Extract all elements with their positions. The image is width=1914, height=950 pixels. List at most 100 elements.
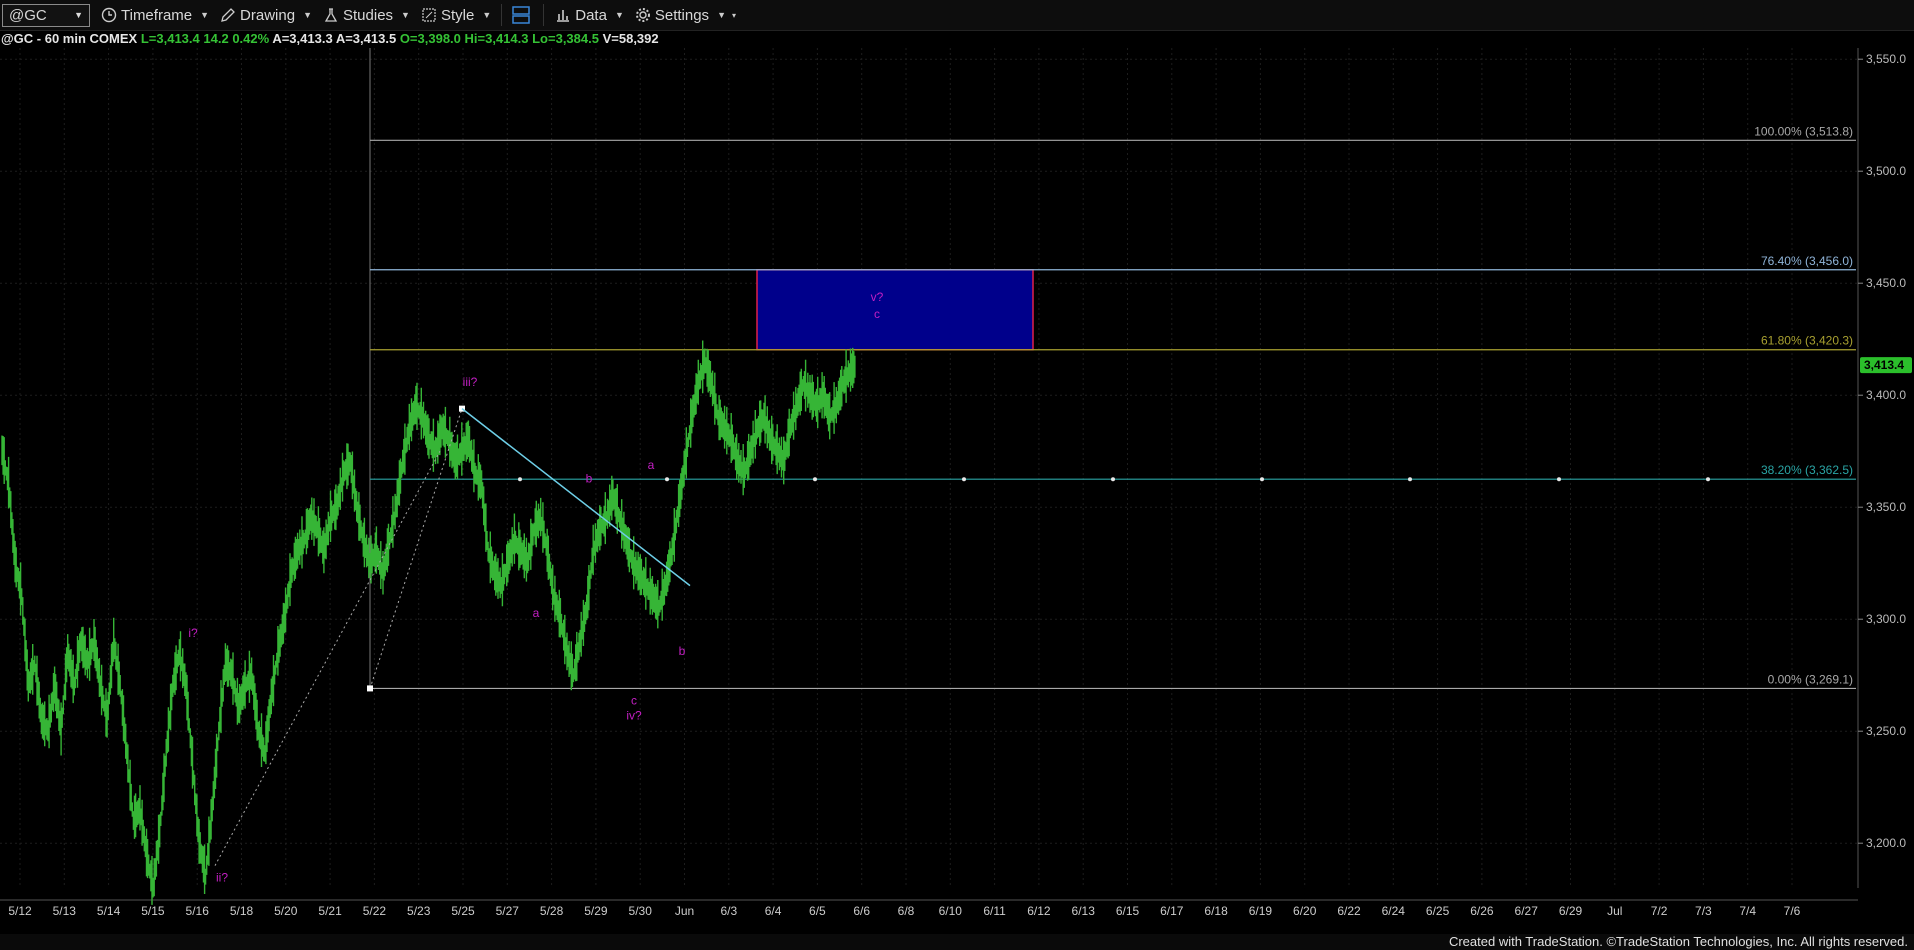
wave-label: ii? (216, 870, 228, 884)
price-tick-label: 3,300.0 (1866, 612, 1906, 626)
pencil-icon (219, 6, 237, 24)
date-tick-label: 6/3 (720, 904, 737, 918)
price-tick-label: 3,200.0 (1866, 836, 1906, 850)
info-ask: A=3,413.5 (335, 31, 397, 46)
fib-marker-dot (1111, 477, 1115, 482)
fib-marker-dot (1408, 477, 1412, 482)
fib-level-label: 76.40% (3,456.0) (1761, 254, 1853, 268)
studies-menu[interactable]: Studies ▼ (322, 6, 410, 24)
price-tick-label: 3,400.0 (1866, 388, 1906, 402)
fib-marker-dot (1706, 477, 1710, 482)
timeframe-label: Timeframe (121, 6, 193, 24)
quote-info-line: @GC - 60 min COMEX L=3,413.4 14.2 0.42% … (1, 31, 659, 49)
chevron-down-icon: ▼ (303, 10, 312, 20)
wave-label: a (533, 606, 540, 620)
settings-menu[interactable]: Settings ▼ ▾ (634, 6, 736, 24)
date-tick-label: 6/26 (1470, 904, 1494, 918)
drawing-label: Drawing (240, 6, 296, 24)
price-tick-label: 3,550.0 (1866, 52, 1906, 66)
settings-label: Settings (654, 6, 710, 24)
bar-chart-icon (554, 6, 572, 24)
price-tick-label: 3,250.0 (1866, 724, 1906, 738)
date-tick-label: 7/4 (1739, 904, 1756, 918)
chevron-down-icon: ▼ (200, 10, 210, 20)
date-tick-label: 6/22 (1337, 904, 1361, 918)
layout-button[interactable] (512, 6, 533, 24)
price-chart[interactable]: 3,200.0 3,250.0 3,300.0 3,350.0 3,400.0 3,450… (0, 48, 1914, 934)
wave-label: iv? (626, 708, 642, 722)
drawing-menu[interactable]: Drawing ▼ (219, 6, 312, 24)
date-tick-label: 5/14 (97, 904, 121, 918)
wave-label: c (631, 693, 637, 707)
date-tick-label: 6/24 (1382, 904, 1406, 918)
price-tick-label: 3,500.0 (1866, 164, 1906, 178)
date-tick-label: 6/6 (853, 904, 870, 918)
info-last: L=3,413.4 (140, 31, 200, 46)
date-tick-label: 6/27 (1515, 904, 1539, 918)
divider (501, 4, 503, 26)
style-label: Style (440, 6, 475, 24)
fib-marker-dot (518, 477, 522, 482)
date-tick-label: 5/22 (363, 904, 387, 918)
date-tick-label: 5/25 (451, 904, 475, 918)
symbol-selector[interactable]: @GC ▼ (2, 3, 90, 27)
fib-level-label: 100.00% (3,513.8) (1754, 124, 1853, 138)
date-tick-label: 6/25 (1426, 904, 1450, 918)
fib-level-label: 0.00% (3,269.1) (1768, 672, 1853, 686)
price-tick-label: 3,450.0 (1866, 276, 1906, 290)
toolbar: @GC ▼ Timeframe ▼ Drawing ▼ Studies ▼ St… (0, 0, 1914, 31)
info-high: Hi=3,414.3 (464, 31, 529, 46)
date-tick-label: 5/12 (8, 904, 32, 918)
date-tick-label: 6/13 (1072, 904, 1096, 918)
date-tick-label: 6/29 (1559, 904, 1583, 918)
gear-icon (634, 6, 652, 24)
date-tick-label: 6/5 (809, 904, 826, 918)
date-tick-label: 6/20 (1293, 904, 1317, 918)
data-menu[interactable]: Data ▼ (554, 6, 624, 24)
date-tick-label: 6/4 (765, 904, 782, 918)
target-box (756, 269, 1034, 351)
date-tick-label: 7/3 (1695, 904, 1712, 918)
info-pct: 0.42% (232, 31, 270, 46)
info-change: 14.2 (203, 31, 229, 46)
chart-background (0, 48, 1914, 934)
info-open: O=3,398.0 (399, 31, 461, 46)
info-volume: V=58,392 (602, 31, 659, 46)
divider (543, 4, 545, 26)
chevron-down-icon: ▼ (717, 10, 726, 20)
wave-label: a (648, 458, 655, 472)
chevron-down-icon: ▼ (614, 10, 624, 20)
date-tick-label: 5/15 (141, 904, 165, 918)
info-low: Lo=3,384.5 (532, 31, 599, 46)
symbol-value: @GC (9, 6, 47, 24)
style-menu[interactable]: Style ▼ (420, 6, 491, 24)
chevron-down-icon: ▼ (74, 10, 83, 20)
wave-label: iii? (463, 375, 478, 389)
studies-label: Studies (343, 6, 394, 24)
chevron-down-icon: ▼ (482, 10, 492, 20)
info-exchange: COMEX (89, 31, 138, 46)
date-tick-label: 6/10 (939, 904, 963, 918)
date-tick-label: 5/13 (53, 904, 77, 918)
date-tick-label: 6/12 (1027, 904, 1051, 918)
date-tick-label: 6/15 (1116, 904, 1140, 918)
date-tick-label: 6/11 (983, 904, 1006, 918)
date-tick-label: 5/21 (318, 904, 342, 918)
date-tick-label: 5/28 (540, 904, 564, 918)
timeframe-menu[interactable]: Timeframe ▼ (100, 6, 209, 24)
date-tick-label: 5/23 (407, 904, 431, 918)
info-symbol: @GC - 60 min (1, 31, 86, 46)
flask-icon (322, 6, 340, 24)
date-tick-label: 5/20 (274, 904, 298, 918)
date-tick-label: Jul (1607, 904, 1622, 918)
date-tick-label: 6/19 (1249, 904, 1273, 918)
date-tick-label: 6/8 (898, 904, 915, 918)
fib-anchor-low (367, 685, 373, 692)
date-tick-label: 6/18 (1204, 904, 1228, 918)
layout-icon (512, 6, 530, 24)
fib-level-label: 38.20% (3,362.5) (1761, 463, 1853, 477)
wave-label: i? (188, 626, 198, 640)
fib-marker-dot (1260, 477, 1264, 482)
wave-label: c (874, 307, 880, 321)
fib-marker-dot (665, 477, 669, 482)
